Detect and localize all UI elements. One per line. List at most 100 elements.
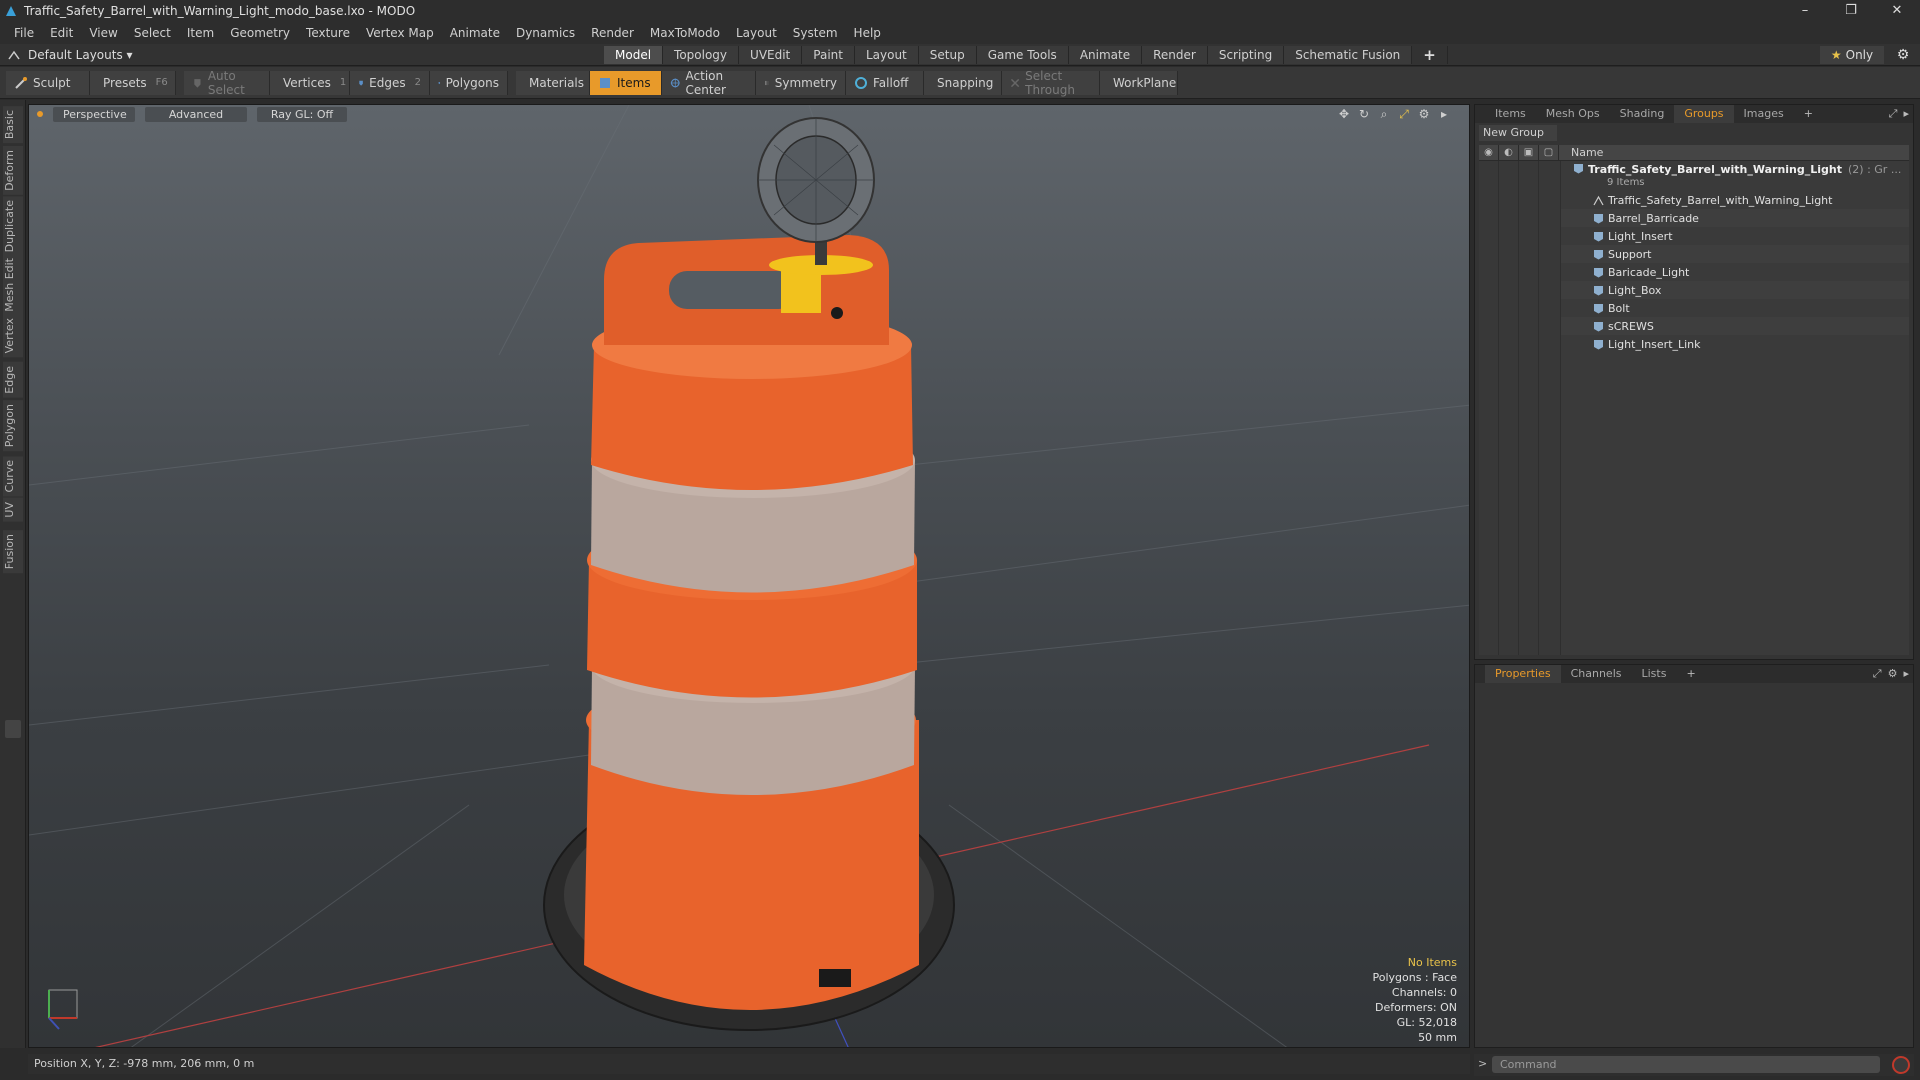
command-input[interactable]: Command [1492,1056,1880,1073]
tab-render[interactable]: Render [1142,46,1208,64]
gear-icon[interactable]: ⚙ [1894,46,1912,64]
properties-gear-icon[interactable]: ⚙ [1888,667,1898,681]
tab-topology[interactable]: Topology [663,46,740,64]
viewport-menu-dot[interactable] [37,111,43,117]
action-center-button[interactable]: Action Center [662,69,756,97]
snapping-button[interactable]: Snapping [924,70,1002,95]
tab-model[interactable]: Model [604,46,664,64]
group-item-row[interactable]: Light_Box [1561,281,1909,299]
tab-curve[interactable]: Curve [3,456,23,497]
tab-mesh-edit[interactable]: Mesh Edit [3,254,23,316]
select-through-button[interactable]: Select Through [1002,69,1100,97]
tab-deform[interactable]: Deform [3,146,23,195]
polygons-button[interactable]: Polygons [430,70,508,95]
visibility-column-eye-icon[interactable]: ◉ [1479,144,1499,161]
select-column-icon[interactable]: ▢ [1539,144,1559,161]
restore-button[interactable]: ❐ [1828,0,1874,22]
advanced-dropdown[interactable]: Advanced [145,106,247,122]
strip-toggle-button[interactable] [5,720,21,738]
group-item-row[interactable]: Support [1561,245,1909,263]
tab-animate[interactable]: Animate [1068,46,1143,64]
properties-expand-icon[interactable]: ⤢ [1873,667,1882,681]
tab-fusion[interactable]: Fusion [3,530,23,574]
menu-geometry[interactable]: Geometry [222,22,298,44]
render-column-icon[interactable]: ◐ [1499,144,1519,161]
auto-select-button[interactable]: Auto Select [184,69,270,97]
tab-paint[interactable]: Paint [802,46,855,64]
group-item-row[interactable]: Light_Insert_Link [1561,335,1909,353]
tab-uvedit[interactable]: UVEdit [739,46,803,64]
add-panel-tab-button[interactable]: + [1794,105,1823,123]
menu-maxtomodo[interactable]: MaxToModo [642,22,728,44]
minimize-button[interactable]: – [1782,0,1828,22]
menu-help[interactable]: Help [846,22,889,44]
workplane-button[interactable]: WorkPlane [1100,70,1178,95]
rotate-icon[interactable]: ↻ [1357,107,1371,121]
viewport-settings-icon[interactable]: ⚙ [1417,107,1431,121]
raygl-toggle[interactable]: Ray GL: Off [257,106,347,122]
tab-layout[interactable]: Layout [854,46,919,64]
group-parent-row[interactable]: Traffic_Safety_Barrel_with_Warning_Light… [1561,163,1909,189]
tab-schematic-fusion[interactable]: Schematic Fusion [1284,46,1413,64]
menu-system[interactable]: System [785,22,846,44]
tab-mesh-ops[interactable]: Mesh Ops [1536,105,1610,123]
command-record-button[interactable] [1892,1056,1910,1074]
close-button[interactable]: ✕ [1874,0,1920,22]
add-tab-button[interactable]: + [1412,46,1448,64]
menu-vertex-map[interactable]: Vertex Map [358,22,442,44]
group-item-row[interactable]: Baricade_Light [1561,263,1909,281]
items-button[interactable]: Items [590,70,662,95]
menu-select[interactable]: Select [126,22,179,44]
tab-duplicate[interactable]: Duplicate [3,196,23,257]
menu-dynamics[interactable]: Dynamics [508,22,583,44]
lock-column-icon[interactable]: ▣ [1519,144,1539,161]
fit-icon[interactable]: ⤢ [1397,107,1411,121]
tab-basic[interactable]: Basic [3,106,23,144]
symmetry-button[interactable]: Symmetry [756,70,846,95]
tab-setup[interactable]: Setup [918,46,977,64]
edges-button[interactable]: Edges 2 [350,70,430,95]
group-item-row[interactable]: sCREWS [1561,317,1909,335]
pan-icon[interactable]: ✥ [1337,107,1351,121]
menu-texture[interactable]: Texture [298,22,358,44]
panel-arrow-icon[interactable]: ▸ [1903,107,1909,121]
new-group-button[interactable]: New Group [1479,125,1557,141]
sculpt-button[interactable]: Sculpt [6,70,90,95]
menu-edit[interactable]: Edit [42,22,81,44]
menu-animate[interactable]: Animate [442,22,508,44]
tab-groups[interactable]: Groups [1674,105,1734,123]
tab-polygon[interactable]: Polygon [3,400,23,452]
presets-button[interactable]: Presets F6 [90,70,176,95]
group-item-row[interactable]: Bolt [1561,299,1909,317]
tab-lists[interactable]: Lists [1632,665,1677,683]
falloff-button[interactable]: Falloff [846,70,924,95]
only-button[interactable]: ★ Only [1820,46,1884,64]
menu-file[interactable]: File [6,22,42,44]
tab-channels[interactable]: Channels [1561,665,1632,683]
group-item-row[interactable]: Traffic_Safety_Barrel_with_Warning_Light [1561,191,1909,209]
vertices-button[interactable]: Vertices 1 [270,70,350,95]
3d-viewport[interactable]: Perspective Advanced Ray GL: Off ✥ ↻ ⌕ ⤢… [28,104,1470,1048]
panel-expand-icon[interactable]: ⤢ [1889,107,1898,121]
zoom-icon[interactable]: ⌕ [1377,107,1391,121]
materials-button[interactable]: Materials [516,70,590,95]
menu-view[interactable]: View [81,22,125,44]
tab-images[interactable]: Images [1734,105,1794,123]
tab-shading[interactable]: Shading [1610,105,1675,123]
tab-properties[interactable]: Properties [1485,665,1561,683]
group-item-row[interactable]: Light_Insert [1561,227,1909,245]
tab-scripting[interactable]: Scripting [1207,46,1285,64]
tab-vertex[interactable]: Vertex [3,314,23,358]
perspective-dropdown[interactable]: Perspective [53,106,135,122]
group-item-row[interactable]: Barrel_Barricade [1561,209,1909,227]
expand-arrow-icon[interactable]: ▸ [1437,107,1451,121]
default-layouts-dropdown[interactable]: Default Layouts ▾ [8,48,133,62]
tab-game-tools[interactable]: Game Tools [976,46,1069,64]
tab-items[interactable]: Items [1485,105,1536,123]
menu-item[interactable]: Item [179,22,222,44]
menu-render[interactable]: Render [583,22,642,44]
menu-layout[interactable]: Layout [728,22,785,44]
properties-arrow-icon[interactable]: ▸ [1903,667,1909,681]
tab-uv[interactable]: UV [3,498,23,522]
name-column-header[interactable]: Name [1559,146,1603,159]
